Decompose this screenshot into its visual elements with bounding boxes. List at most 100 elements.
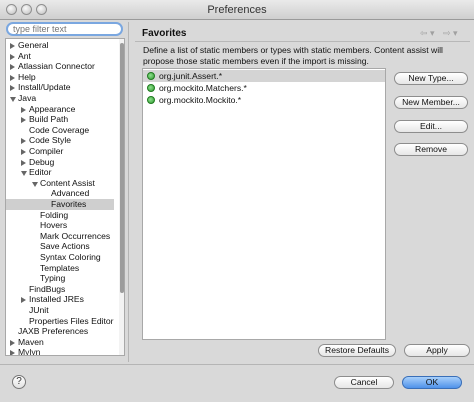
collapsed-arrow-icon[interactable] <box>10 64 15 71</box>
tree-item-label: Maven <box>18 336 44 347</box>
filter-field[interactable] <box>6 22 123 36</box>
collapsed-arrow-icon[interactable] <box>21 138 26 145</box>
sash-divider[interactable] <box>128 22 129 362</box>
tree-item-junit[interactable]: JUnit <box>6 305 114 316</box>
new-type-button[interactable]: New Type... <box>394 72 468 85</box>
expanded-arrow-icon[interactable] <box>32 181 38 187</box>
tree-item-advanced[interactable]: Advanced <box>6 188 114 199</box>
tree-item-code-style[interactable]: Code Style <box>6 135 114 146</box>
tree-item-label: Content Assist <box>40 177 95 188</box>
static-import-icon <box>147 96 155 104</box>
tree-item-maven[interactable]: Maven <box>6 337 114 348</box>
tree-item-label: Install/Update <box>18 82 71 93</box>
tree-item-label: Hovers <box>40 220 68 231</box>
title-bar: Preferences <box>0 0 474 20</box>
tree-item-hovers[interactable]: Hovers <box>6 220 114 231</box>
forward-arrow-icon[interactable]: ⇨ ▾ <box>443 28 458 39</box>
collapsed-arrow-icon[interactable] <box>21 149 26 155</box>
new-member-button[interactable]: New Member... <box>394 96 468 109</box>
tree-item-mylyn[interactable]: Mylyn <box>6 347 114 356</box>
tree-item-label: Java <box>18 93 37 103</box>
tree-item-label: Mylyn <box>18 347 41 356</box>
tree-item-jaxb-preferences[interactable]: JAXB Preferences <box>6 326 114 337</box>
collapsed-arrow-icon[interactable] <box>21 159 26 166</box>
tree-item-appearance[interactable]: Appearance <box>6 104 114 115</box>
tree-item-compiler[interactable]: Compiler <box>6 146 114 157</box>
help-icon[interactable]: ? <box>12 375 26 389</box>
tree-item-syntax-coloring[interactable]: Syntax Coloring <box>6 252 114 263</box>
ok-button[interactable]: OK <box>402 376 462 389</box>
back-arrow-icon[interactable]: ⇦ ▾ <box>420 28 435 39</box>
tree-item-label: Save Actions <box>40 241 90 252</box>
favorite-item[interactable]: org.junit.Assert.* <box>143 70 385 82</box>
collapsed-arrow-icon[interactable] <box>21 117 26 124</box>
collapsed-arrow-icon[interactable] <box>10 350 15 355</box>
tree-item-java[interactable]: Java <box>6 93 114 104</box>
collapsed-arrow-icon[interactable] <box>10 85 15 92</box>
collapsed-arrow-icon[interactable] <box>10 339 15 346</box>
favorite-item-label: org.junit.Assert.* <box>159 71 223 81</box>
tree-item-content-assist[interactable]: Content Assist <box>6 178 114 189</box>
tree-item-label: Help <box>18 71 36 82</box>
restore-defaults-button[interactable]: Restore Defaults <box>318 344 396 357</box>
remove-button[interactable]: Remove <box>394 143 468 156</box>
favorite-item-label: org.mockito.Mockito.* <box>159 95 242 105</box>
favorite-item[interactable]: org.mockito.Matchers.* <box>143 82 385 94</box>
tree-item-install-update[interactable]: Install/Update <box>6 82 114 93</box>
tree-item-label: Debug <box>29 156 55 167</box>
expanded-arrow-icon[interactable] <box>21 171 27 177</box>
header-separator <box>135 41 470 42</box>
favorite-item[interactable]: org.mockito.Mockito.* <box>143 94 385 106</box>
collapsed-arrow-icon[interactable] <box>21 106 26 113</box>
collapsed-arrow-icon[interactable] <box>10 74 15 81</box>
tree-item-label: Atlassian Connector <box>18 61 95 72</box>
tree-item-label: Ant <box>18 50 31 61</box>
tree-item-folding[interactable]: Folding <box>6 210 114 221</box>
tree-item-editor[interactable]: Editor <box>6 167 114 178</box>
cancel-button[interactable]: Cancel <box>334 376 394 389</box>
tree-item-label: Editor <box>29 167 52 178</box>
tree-item-ant[interactable]: Ant <box>6 51 114 62</box>
tree-item-label: Mark Occurrences <box>40 230 111 241</box>
tree-item-build-path[interactable]: Build Path <box>6 114 114 125</box>
tree-item-help[interactable]: Help <box>6 72 114 83</box>
static-import-icon <box>147 84 155 92</box>
tree-item-label: Installed JREs <box>29 294 84 305</box>
tree-item-label: Typing <box>40 273 66 284</box>
collapsed-arrow-icon[interactable] <box>10 43 15 49</box>
tree-item-mark-occurrences[interactable]: Mark Occurrences <box>6 231 114 242</box>
favorite-item-label: org.mockito.Matchers.* <box>159 83 247 93</box>
tree-item-save-actions[interactable]: Save Actions <box>6 241 114 252</box>
tree-item-label: Code Coverage <box>29 124 90 135</box>
tree-item-templates[interactable]: Templates <box>6 263 114 274</box>
favorites-list[interactable]: org.junit.Assert.* org.mockito.Matchers.*… <box>142 68 386 340</box>
static-import-icon <box>147 72 155 80</box>
filter-input[interactable] <box>13 24 115 34</box>
tree-item-label: Code Style <box>29 135 72 146</box>
tree-item-label: Build Path <box>29 114 69 125</box>
apply-button[interactable]: Apply <box>404 344 470 357</box>
tree-item-properties-files-editor[interactable]: Properties Files Editor <box>6 316 114 327</box>
collapsed-arrow-icon[interactable] <box>10 53 15 60</box>
tree-item-typing[interactable]: Typing <box>6 273 114 284</box>
preference-tree[interactable]: General Ant Atlassian Connector Help Install… <box>5 38 125 356</box>
tree-item-label: General <box>18 40 49 50</box>
tree-item-code-coverage[interactable]: Code Coverage <box>6 125 114 136</box>
tree-item-label: JUnit <box>29 305 49 315</box>
tree-item-label: Templates <box>40 262 80 273</box>
tree-item-installed-jres[interactable]: Installed JREs <box>6 294 114 305</box>
tree-item-general[interactable]: General <box>6 40 114 51</box>
tree-item-label: JAXB Preferences <box>18 326 89 337</box>
page-title: Favorites <box>142 28 187 39</box>
tree-item-label: FindBugs <box>29 283 66 294</box>
tree-scrollbar-thumb[interactable] <box>120 43 124 293</box>
tree-item-label: Favorites <box>51 199 87 209</box>
edit-button[interactable]: Edit... <box>394 120 468 133</box>
tree-item-favorites[interactable]: Favorites <box>6 199 114 210</box>
expanded-arrow-icon[interactable] <box>10 97 16 102</box>
tree-item-label: Compiler <box>29 146 64 156</box>
tree-item-atlassian-connector[interactable]: Atlassian Connector <box>6 61 114 72</box>
collapsed-arrow-icon[interactable] <box>21 297 26 304</box>
tree-item-findbugs[interactable]: FindBugs <box>6 284 114 295</box>
tree-item-debug[interactable]: Debug <box>6 157 114 168</box>
